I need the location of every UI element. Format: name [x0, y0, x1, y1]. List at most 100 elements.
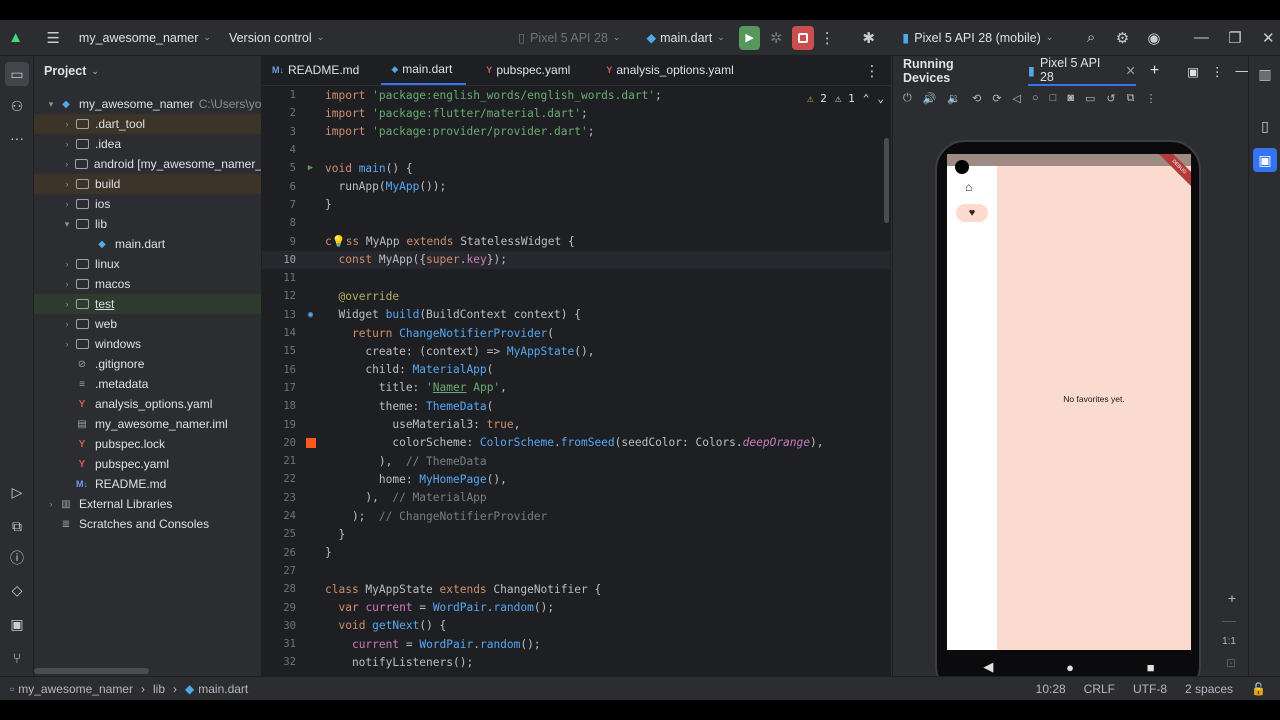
bug-icon[interactable]: ✱	[857, 25, 880, 51]
breadcrumb-project[interactable]: my_awesome_namer	[18, 682, 133, 696]
home-icon[interactable]: ○	[1032, 92, 1039, 104]
run-tool-icon[interactable]: ▷	[5, 480, 29, 504]
run-gutter-icon[interactable]: ▶	[296, 163, 325, 173]
zoom-fit-icon[interactable]: ⊡	[1226, 656, 1236, 670]
notifications-icon[interactable]: ▥	[1253, 62, 1277, 86]
tree-item-pubspec-yaml[interactable]: Y pubspec.yaml	[34, 454, 261, 474]
tree-item-dart-tool[interactable]: › .dart_tool	[34, 114, 261, 134]
close-icon[interactable]: ✕	[1257, 25, 1280, 51]
volume-down-icon[interactable]: 🔉	[947, 92, 961, 105]
android-studio-logo-icon[interactable]: ▲	[4, 25, 27, 51]
tree-item-linux[interactable]: › linux	[34, 254, 261, 274]
line-separator[interactable]: CRLF	[1084, 682, 1115, 696]
tree-item-pubspec-lock[interactable]: Y pubspec.lock	[34, 434, 261, 454]
device-manager-icon[interactable]: ▯	[1253, 114, 1277, 138]
file-encoding[interactable]: UTF-8	[1133, 682, 1167, 696]
tree-root[interactable]: ▾ ◆ my_awesome_namer C:\Users\yo	[34, 94, 261, 114]
tab-options-icon[interactable]: ⋮	[859, 58, 885, 84]
run-button[interactable]: ▶	[738, 25, 761, 50]
tree-item-build[interactable]: › build	[34, 174, 261, 194]
run-config-selector[interactable]: ◆ main.dart ⌄	[640, 25, 730, 51]
terminal-icon[interactable]: ▣	[5, 612, 29, 636]
settings-gear-icon[interactable]: ⚙	[1111, 25, 1134, 51]
options-icon[interactable]: ⋮	[1211, 64, 1224, 79]
tree-item-analysis-options[interactable]: Y analysis_options.yaml	[34, 394, 261, 414]
tree-item-ios[interactable]: › ios	[34, 194, 261, 214]
tab-main-dart[interactable]: ◆ main.dart	[381, 56, 467, 85]
tree-item-metadata[interactable]: ≡ .metadata	[34, 374, 261, 394]
tree-item-iml[interactable]: ▤ my_awesome_namer.iml	[34, 414, 261, 434]
code-area[interactable]: ⚠ 2 ⚠ 1 ⌃ ⌄ 1 import 'package:english_wor…	[262, 86, 891, 676]
snapshot-icon[interactable]: ⧉	[1127, 92, 1135, 105]
account-icon[interactable]: ◉	[1142, 25, 1165, 51]
android-back-icon[interactable]: ◀	[983, 659, 993, 675]
lock-icon[interactable]: 🔓	[1251, 682, 1266, 696]
breadcrumb-file[interactable]: main.dart	[198, 682, 248, 696]
tree-item-gitignore[interactable]: ⊘ .gitignore	[34, 354, 261, 374]
breadcrumb-lib[interactable]: lib	[153, 682, 165, 696]
layout-icon[interactable]: ▣	[1187, 64, 1199, 79]
device-manager-icon[interactable]: ⧉	[5, 514, 29, 538]
tab-readme[interactable]: M↓ README.md	[262, 56, 373, 85]
zoom-in-icon[interactable]: +	[1228, 590, 1236, 606]
structure-icon[interactable]: ⚇	[5, 94, 29, 118]
horizontal-scrollbar[interactable]	[34, 668, 149, 674]
plugins-gem-icon[interactable]: ◇	[5, 578, 29, 602]
nav-favorites-item[interactable]: ♥	[956, 204, 988, 222]
stop-button[interactable]	[791, 25, 814, 50]
color-swatch-icon[interactable]	[296, 437, 325, 448]
more-icon[interactable]: ⋮	[1145, 92, 1156, 105]
android-home-icon[interactable]: ●	[1066, 660, 1074, 675]
tree-item-test[interactable]: › test	[34, 294, 261, 314]
screenshot-icon[interactable]: ◙	[1067, 92, 1074, 104]
device-screen[interactable]: ⌂ ♥ DEBUG No favorites yet.	[947, 154, 1191, 650]
running-devices-icon[interactable]: ▣	[1253, 148, 1277, 172]
tree-item-readme[interactable]: M↓ README.md	[34, 474, 261, 494]
nav-home-icon[interactable]: ⌂	[965, 180, 972, 194]
rotate-right-icon[interactable]: ⟳	[992, 92, 1001, 105]
minimize-icon[interactable]: —	[1190, 25, 1213, 51]
vcs-menu[interactable]: Version control ⌄	[223, 25, 330, 51]
tab-pubspec[interactable]: Y pubspec.yaml	[476, 56, 584, 85]
tree-item-scratches[interactable]: ≣ Scratches and Consoles	[34, 514, 261, 534]
tree-item-idea[interactable]: › .idea	[34, 134, 261, 154]
power-icon[interactable]: ⏻	[903, 92, 912, 105]
tree-item-android[interactable]: › android [my_awesome_namer_	[34, 154, 261, 174]
tree-item-main-dart[interactable]: ◆ main.dart	[34, 234, 261, 254]
hide-panel-icon[interactable]: —	[1236, 64, 1249, 78]
tree-item-external-libraries[interactable]: › ▥ External Libraries	[34, 494, 261, 514]
volume-up-icon[interactable]: 🔊	[923, 92, 937, 105]
project-panel-header[interactable]: Project ⌄	[34, 56, 261, 86]
record-icon[interactable]: ▭	[1085, 92, 1095, 105]
back-icon[interactable]: ◁	[1013, 92, 1021, 105]
tree-item-macos[interactable]: › macos	[34, 274, 261, 294]
git-icon[interactable]: ⑂	[5, 646, 29, 670]
more-tools-icon[interactable]: ···	[5, 126, 29, 150]
close-tab-icon[interactable]: ✕	[1125, 63, 1135, 78]
tree-item-web[interactable]: › web	[34, 314, 261, 334]
search-icon[interactable]: ⌕	[1079, 25, 1102, 51]
override-gutter-icon[interactable]: ◉	[296, 310, 325, 320]
overview-icon[interactable]: □	[1050, 92, 1057, 104]
project-folder-icon[interactable]: ▭	[5, 62, 29, 86]
rotate-left-icon[interactable]: ⟲	[972, 92, 981, 105]
lightbulb-icon[interactable]: 💡	[332, 235, 346, 248]
caret-position[interactable]: 10:28	[1036, 682, 1066, 696]
more-actions-icon[interactable]: ⋮	[816, 25, 839, 51]
project-selector[interactable]: my_awesome_namer ⌄	[73, 25, 217, 51]
problems-icon[interactable]: ⓘ	[5, 546, 29, 570]
device-selector-dim[interactable]: ▯ Pixel 5 API 28 ⌄	[512, 25, 626, 51]
tree-item-windows[interactable]: › windows	[34, 334, 261, 354]
indent-setting[interactable]: 2 spaces	[1185, 682, 1233, 696]
android-recents-icon[interactable]: ■	[1147, 660, 1155, 675]
add-device-icon[interactable]: +	[1150, 62, 1159, 80]
debug-icon[interactable]: ✲	[764, 25, 787, 51]
restore-icon[interactable]: ❐	[1223, 25, 1246, 51]
device-selector[interactable]: ▮ Pixel 5 API 28 (mobile) ⌄	[896, 25, 1059, 51]
main-menu-icon[interactable]: ☰	[41, 25, 64, 51]
zoom-out-icon[interactable]: —	[1222, 612, 1236, 628]
device-tab[interactable]: ▮ Pixel 5 API 28 ✕	[1028, 56, 1136, 86]
tab-analysis-options[interactable]: Y analysis_options.yaml	[596, 56, 747, 85]
tree-item-lib[interactable]: ▾ lib	[34, 214, 261, 234]
reset-icon[interactable]: ↺	[1106, 92, 1115, 105]
